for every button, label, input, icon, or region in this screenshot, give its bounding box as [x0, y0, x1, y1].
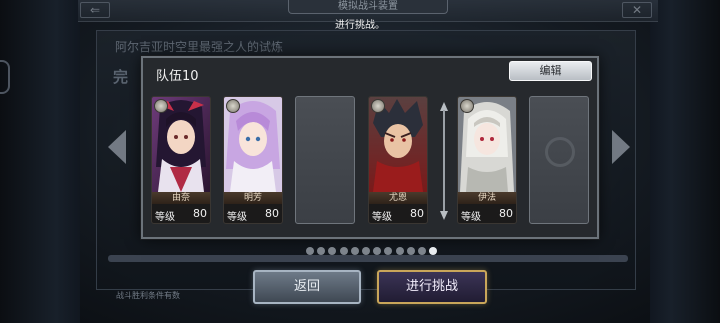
pager-dot[interactable]	[362, 247, 370, 255]
team-slot-1[interactable]: 由奈 等级 80	[151, 96, 211, 224]
left-side-panel	[0, 0, 80, 323]
team-slot-2[interactable]: 明芳 等级 80	[223, 96, 283, 224]
right-side-panel	[650, 0, 720, 323]
background-strip	[108, 255, 628, 262]
challenge-button[interactable]: 进行挑战	[377, 270, 487, 304]
team-dialog: 队伍10 编辑 由奈 等级 80 明芳 等级 80 尤恩 等级 80 伊法 等级…	[141, 56, 599, 239]
level-label: 等级	[372, 212, 392, 223]
class-icon	[371, 99, 385, 113]
level-row: 等级 80	[226, 206, 280, 223]
pager-dot[interactable]	[306, 247, 314, 255]
level-row: 等级 80	[371, 206, 425, 223]
level-value: 80	[193, 207, 207, 220]
level-label: 等级	[461, 212, 481, 223]
class-icon	[226, 99, 240, 113]
class-icon	[154, 99, 168, 113]
team-slot-empty-1[interactable]	[295, 96, 355, 224]
pager-dot[interactable]	[395, 247, 404, 255]
swap-divider-icon[interactable]	[440, 102, 448, 220]
character-name: 由奈	[152, 192, 210, 204]
next-team-arrow-icon[interactable]	[612, 130, 630, 164]
toast-message: 进行挑战。	[335, 20, 385, 31]
prev-team-arrow-icon[interactable]	[108, 130, 126, 164]
pager-dot[interactable]	[406, 247, 415, 255]
character-name: 伊法	[458, 192, 516, 204]
pager-dot[interactable]	[350, 247, 359, 255]
pager-dot[interactable]	[418, 247, 426, 255]
background-subtitle: 阿尔吉亚时空里最强之人的试炼	[115, 40, 284, 54]
level-value: 80	[499, 207, 513, 220]
character-name: 尤恩	[369, 192, 427, 204]
background-big-label: 完	[113, 68, 129, 86]
back-button[interactable]: 返回	[253, 270, 361, 304]
background-title: 模拟战斗装置	[288, 0, 448, 14]
level-label: 等级	[155, 212, 175, 223]
team-slot-empty-2[interactable]	[529, 96, 589, 224]
edit-button[interactable]: 编辑	[509, 61, 592, 81]
pager-dot[interactable]	[339, 247, 348, 255]
character-name: 明芳	[224, 192, 282, 204]
team-title: 队伍10	[156, 69, 199, 84]
support-ring-icon	[545, 137, 575, 167]
level-value: 80	[410, 207, 424, 220]
team-slot-3[interactable]: 尤恩 等级 80	[368, 96, 428, 224]
background-footer-text: 战斗胜利条件有数	[116, 291, 180, 300]
class-icon	[460, 99, 474, 113]
side-tab-icon[interactable]	[0, 60, 10, 94]
team-slot-4[interactable]: 伊法 等级 80	[457, 96, 517, 224]
level-row: 等级 80	[154, 206, 208, 223]
level-label: 等级	[227, 212, 247, 223]
level-value: 80	[265, 207, 279, 220]
level-row: 等级 80	[460, 206, 514, 223]
